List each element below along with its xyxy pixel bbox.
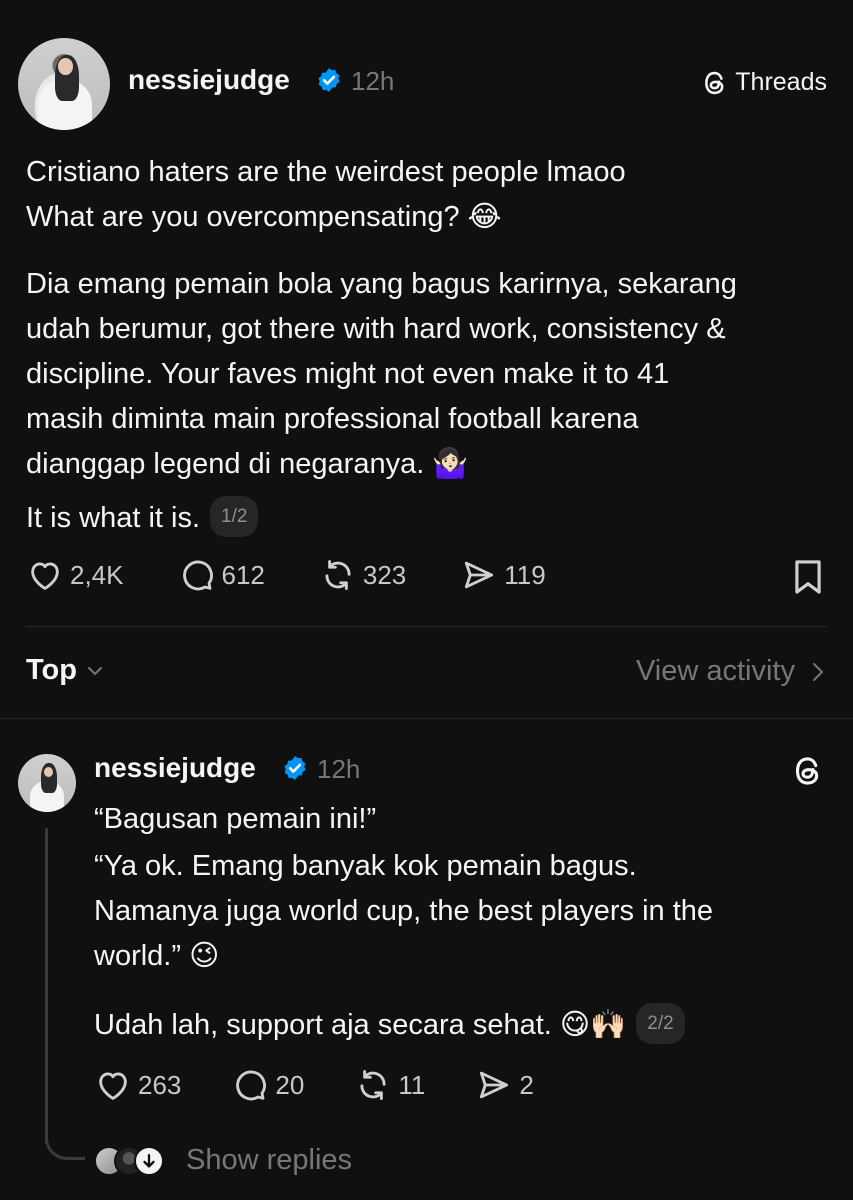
thread-pager: 1/2 [210,495,259,537]
like-button[interactable]: 263 [94,1066,181,1104]
post-actions: 2,4K 612 323 119 [26,556,600,594]
send-icon [480,1071,509,1099]
send-icon [465,561,494,589]
reply-closing-row: Udah lah, support aja secara sehat. 😋🙌🏻 2… [94,1002,685,1048]
threads-brand-link[interactable]: Threads [701,68,827,97]
share-button[interactable]: 2 [475,1066,534,1104]
divider [26,626,827,627]
show-replies-label: Show replies [186,1144,353,1176]
post-line-1: Cristiano haters are the weirdest people… [26,156,626,188]
share-count: 119 [504,559,546,590]
post-time: 12h [351,66,395,96]
share-button[interactable]: 119 [460,556,546,594]
sort-label: Top [26,654,77,686]
repost-count: 11 [398,1069,426,1100]
chevron-right-icon [813,662,824,681]
post-text-intro: Cristiano haters are the weirdest people… [26,150,626,240]
post-line-2: What are you overcompensating? 😂 [26,201,502,233]
thread-line [45,828,48,1144]
view-activity-label: View activity [635,655,795,687]
bookmark-icon[interactable] [791,558,825,596]
verified-badge-icon [284,756,306,780]
threads-logo-icon[interactable] [791,754,825,788]
comment-button[interactable]: 20 [231,1066,304,1104]
threads-logo-icon [705,71,724,94]
reply-closing: Udah lah, support aja secara sehat. 😋🙌🏻 [94,1009,627,1041]
sort-dropdown[interactable]: Top [26,654,105,687]
author-avatar[interactable] [18,38,110,130]
post-closing: It is what it is. [26,502,201,534]
divider [0,718,853,719]
like-count: 2,4K [70,559,124,590]
comment-count: 612 [221,559,265,590]
comment-button[interactable]: 612 [178,556,265,594]
repost-icon [325,560,351,590]
heart-icon [31,562,59,590]
reply-paragraph: “Ya ok. Emang banyak kok pemain bagus. N… [94,850,714,972]
reply-line-1: “Bagusan pemain ini!” [94,803,377,835]
reply-username[interactable]: nessiejudge [94,752,256,784]
comment-count: 20 [275,1069,305,1100]
comment-icon [182,560,213,591]
reply-actions: 263 20 11 2 [94,1066,584,1104]
thread-line-curve [45,1130,85,1160]
chevron-down-icon [88,666,102,675]
heart-icon [99,1072,127,1100]
share-count: 2 [519,1069,534,1100]
reply-time: 12h [317,754,361,784]
author-username[interactable]: nessiejudge [128,64,290,96]
show-replies-button[interactable]: Show replies [94,1144,352,1177]
arrow-down-icon [134,1145,164,1176]
post-closing-row: It is what it is. 1/2 [26,495,259,541]
repost-icon [360,1070,386,1100]
repost-button[interactable]: 11 [354,1066,425,1104]
like-count: 263 [138,1069,182,1100]
like-button[interactable]: 2,4K [26,556,124,594]
repost-button[interactable]: 323 [319,556,406,594]
reply-author-avatar[interactable] [18,754,76,812]
thread-pager: 2/2 [636,1002,685,1044]
repost-count: 323 [362,559,407,590]
verified-badge-icon [318,68,340,92]
threads-brand-label: Threads [735,68,827,96]
view-activity-link[interactable]: View activity [636,655,827,688]
post-paragraph: Dia emang pemain bola yang bagus karirny… [26,268,737,480]
comment-icon [236,1070,267,1101]
